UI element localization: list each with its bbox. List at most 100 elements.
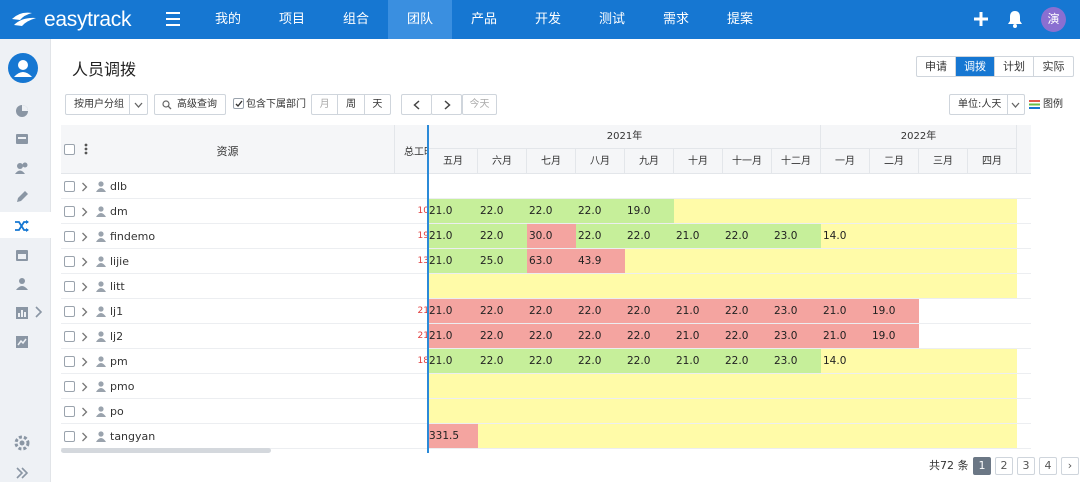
allocation-cell[interactable]: 23.0 — [772, 349, 821, 373]
allocation-cell[interactable] — [772, 274, 821, 298]
allocation-cell[interactable] — [919, 399, 968, 423]
resource-row[interactable]: lj2 21 21.0 22.0 22.0 22.0 22.0 21.0 22.0 23.0 21.… — [61, 324, 1031, 349]
resource-name[interactable]: pmo — [110, 374, 134, 399]
row-checkbox[interactable] — [64, 281, 75, 292]
allocation-cell[interactable] — [772, 249, 821, 273]
sidebar-expand[interactable] — [0, 459, 51, 485]
row-checkbox[interactable] — [64, 431, 75, 442]
allocation-cell[interactable] — [527, 399, 576, 423]
allocation-cell[interactable] — [968, 249, 1017, 273]
resource-name[interactable]: dlb — [110, 174, 127, 199]
allocation-cell[interactable] — [674, 249, 723, 273]
allocation-cell[interactable] — [968, 349, 1017, 373]
allocation-cell[interactable]: 21.0 — [821, 324, 870, 348]
allocation-cell[interactable] — [723, 249, 772, 273]
nav-item[interactable]: 组合 — [324, 0, 388, 39]
allocation-cell[interactable]: 14.0 — [821, 224, 870, 248]
allocation-cell[interactable]: 63.0 — [527, 249, 576, 273]
allocation-cell[interactable] — [625, 249, 674, 273]
sidebar-calendar[interactable] — [0, 241, 51, 267]
allocation-cell[interactable]: 19.0 — [625, 199, 674, 223]
allocation-cell[interactable]: 22.0 — [527, 324, 576, 348]
nav-item[interactable]: 需求 — [644, 0, 708, 39]
resource-name[interactable]: dm — [110, 199, 128, 224]
row-checkbox[interactable] — [64, 406, 75, 417]
resource-row[interactable]: pm 18 21.0 22.0 22.0 22.0 22.0 21.0 22.0 23.0 14.0 — [61, 349, 1031, 374]
sidebar-allocation[interactable] — [0, 212, 51, 238]
expand-chevron-icon[interactable] — [81, 357, 88, 367]
allocation-cell[interactable] — [478, 424, 527, 448]
allocation-cell[interactable] — [919, 324, 968, 348]
resource-name[interactable]: po — [110, 399, 124, 424]
allocation-cell[interactable] — [429, 374, 478, 398]
allocation-cell[interactable] — [870, 224, 919, 248]
view-option[interactable]: 月 — [312, 95, 339, 114]
sidebar-edit[interactable] — [0, 183, 51, 209]
sidebar-team[interactable] — [0, 270, 51, 296]
allocation-cell[interactable] — [919, 274, 968, 298]
resource-row[interactable]: litt — [61, 274, 1031, 299]
allocation-cell[interactable] — [674, 199, 723, 223]
row-checkbox[interactable] — [64, 181, 75, 192]
resource-row[interactable]: dm 10 21.0 22.0 22.0 22.0 19.0 — [61, 199, 1031, 224]
allocation-cell[interactable]: 22.0 — [723, 224, 772, 248]
expand-chevron-icon[interactable] — [81, 332, 88, 342]
allocation-cell[interactable]: 22.0 — [625, 299, 674, 323]
allocation-cell[interactable] — [527, 424, 576, 448]
today-button[interactable]: 今天 — [462, 94, 497, 115]
allocation-cell[interactable]: 22.0 — [527, 199, 576, 223]
allocation-cell[interactable]: 22.0 — [478, 299, 527, 323]
allocation-cell[interactable] — [576, 399, 625, 423]
allocation-cell[interactable]: 21.0 — [429, 199, 478, 223]
row-checkbox[interactable] — [64, 256, 75, 267]
allocation-cell[interactable] — [870, 274, 919, 298]
row-checkbox[interactable] — [64, 206, 75, 217]
allocation-cell[interactable] — [429, 399, 478, 423]
sidebar-users[interactable] — [0, 154, 51, 180]
group-by-select[interactable]: 按用户分组 — [65, 94, 148, 115]
plus-icon[interactable] — [973, 11, 989, 27]
allocation-cell[interactable] — [772, 424, 821, 448]
allocation-cell[interactable]: 21.0 — [674, 324, 723, 348]
allocation-cell[interactable] — [478, 374, 527, 398]
allocation-cell[interactable] — [870, 349, 919, 373]
sidebar-dashboard[interactable] — [0, 97, 51, 123]
mode-tab[interactable]: 计划 — [995, 57, 1034, 76]
resource-row[interactable]: lj1 21 21.0 22.0 22.0 22.0 22.0 21.0 22.0 23.0 21.… — [61, 299, 1031, 324]
nav-item[interactable]: 提案 — [708, 0, 772, 39]
allocation-cell[interactable]: 21.0 — [429, 324, 478, 348]
page-button[interactable]: 3 — [1017, 457, 1035, 475]
allocation-cell[interactable] — [968, 324, 1017, 348]
allocation-cell[interactable]: 22.0 — [576, 299, 625, 323]
unit-select[interactable]: 单位:人天 — [949, 94, 1025, 115]
user-avatar[interactable]: 演 — [1041, 7, 1066, 32]
allocation-cell[interactable]: 22.0 — [625, 324, 674, 348]
allocation-cell[interactable]: 22.0 — [527, 299, 576, 323]
prev-button[interactable] — [401, 94, 432, 115]
allocation-cell[interactable] — [821, 424, 870, 448]
allocation-cell[interactable] — [968, 299, 1017, 323]
nav-item[interactable]: 项目 — [260, 0, 324, 39]
resource-name[interactable]: lj2 — [110, 324, 123, 349]
allocation-cell[interactable] — [968, 274, 1017, 298]
allocation-cell[interactable] — [919, 199, 968, 223]
include-sub-toggle[interactable]: 包含下属部门 — [233, 94, 306, 115]
allocation-cell[interactable] — [576, 424, 625, 448]
expand-chevron-icon[interactable] — [81, 182, 88, 192]
allocation-cell[interactable]: 22.0 — [478, 349, 527, 373]
allocation-cell[interactable] — [625, 274, 674, 298]
allocation-cell[interactable]: 43.9 — [576, 249, 625, 273]
mode-tab[interactable]: 实际 — [1034, 57, 1073, 76]
next-button[interactable] — [431, 94, 462, 115]
include-sub-checkbox[interactable] — [233, 97, 244, 109]
logo[interactable]: easytrack — [10, 6, 131, 34]
page-button[interactable]: 2 — [995, 457, 1013, 475]
horizontal-scrollbar[interactable] — [61, 448, 271, 453]
allocation-cell[interactable]: 22.0 — [576, 349, 625, 373]
allocation-cell[interactable] — [772, 199, 821, 223]
allocation-cell[interactable] — [723, 374, 772, 398]
allocation-cell[interactable]: 21.0 — [674, 224, 723, 248]
allocation-cell[interactable] — [968, 424, 1017, 448]
mode-tab[interactable]: 调拨 — [956, 57, 995, 76]
allocation-cell[interactable] — [870, 424, 919, 448]
